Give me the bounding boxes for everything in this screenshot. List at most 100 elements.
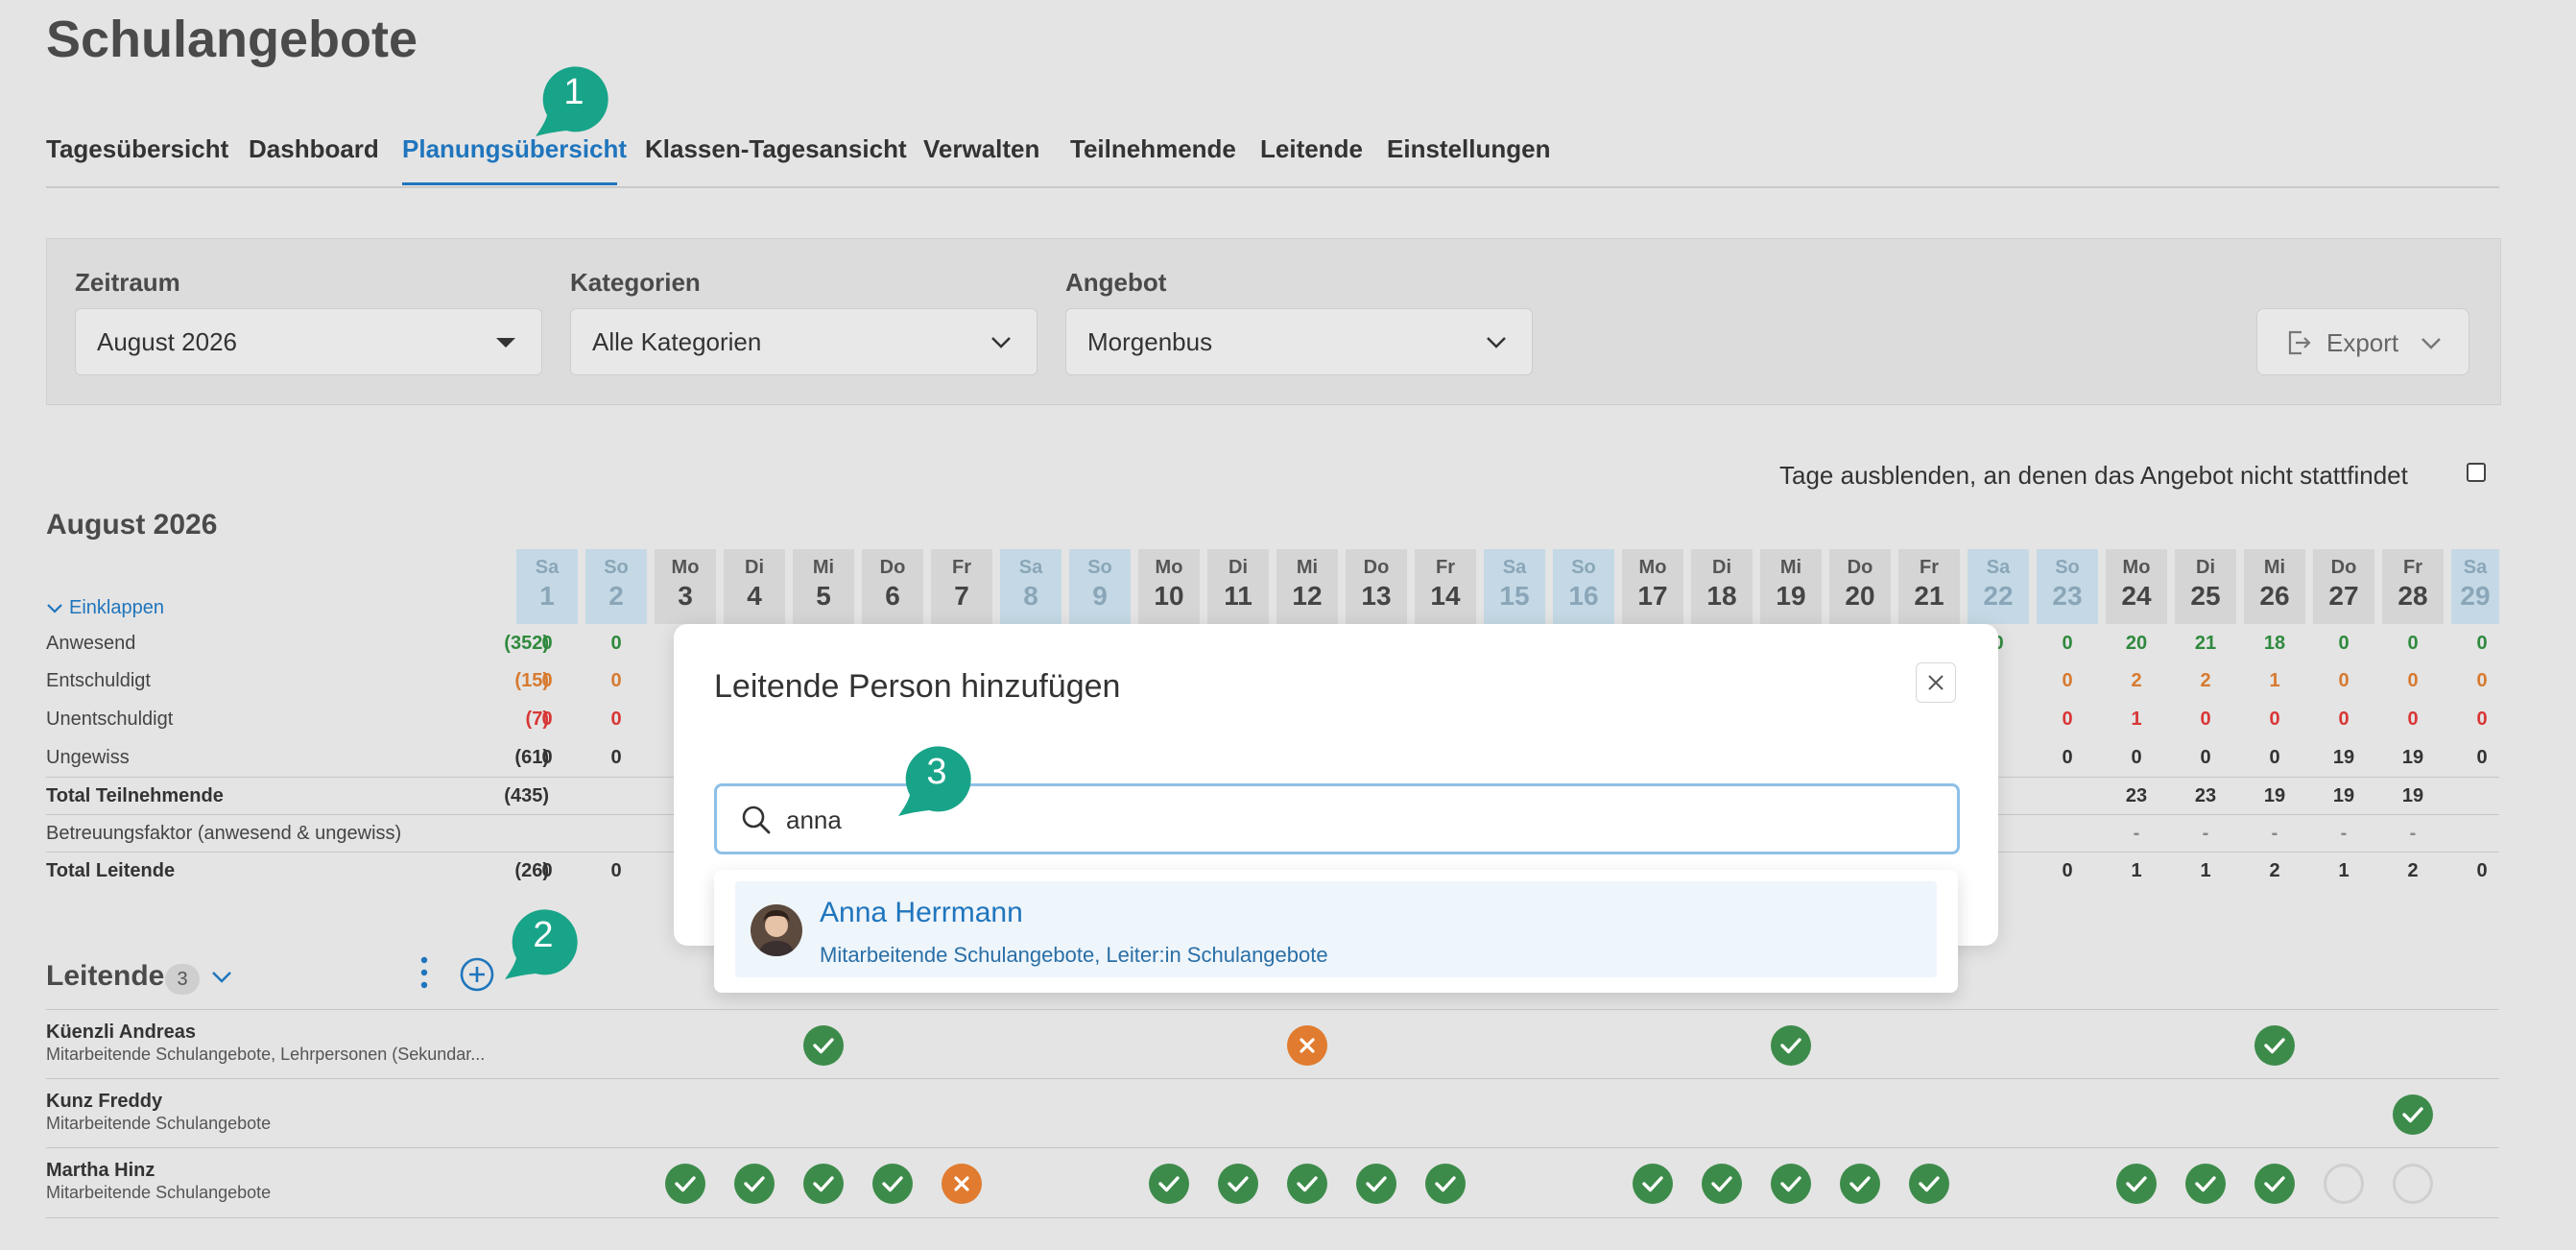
more-options-icon[interactable] <box>417 954 432 993</box>
attendance-check-icon[interactable] <box>1702 1164 1742 1204</box>
callout-number-1: 1 <box>563 72 584 112</box>
modal-close-button[interactable] <box>1916 662 1956 703</box>
attendance-empty-icon[interactable] <box>2324 1164 2364 1204</box>
stats-row-label: Betreuungsfaktor (anwesend & ungewiss) <box>46 823 402 844</box>
caret-down-icon <box>496 338 515 348</box>
day-weekday: Do <box>1847 557 1873 578</box>
tab-tagesuebersicht[interactable]: Tagesübersicht <box>46 134 228 164</box>
stats-cell: 0 <box>2200 709 2211 730</box>
day-weekday: Sa <box>1018 557 1043 578</box>
stats-row-total: (435) <box>504 785 549 806</box>
tab-klassen-tagesansicht[interactable]: Klassen-Tagesansicht <box>645 134 907 164</box>
day-number: 6 <box>885 581 900 611</box>
attendance-check-icon[interactable] <box>1840 1164 1880 1204</box>
attendance-absent-icon[interactable] <box>942 1164 982 1204</box>
leitende-role: Mitarbeitende Schulangebote, Lehrpersone… <box>46 1045 486 1064</box>
attendance-empty-icon[interactable] <box>2393 1164 2433 1204</box>
chevron-down-icon[interactable] <box>209 966 234 989</box>
search-result-option[interactable]: Anna Herrmann Mitarbeitende Schulangebot… <box>735 881 1937 977</box>
tab-bar: Tagesübersicht Dashboard Planungsübersic… <box>46 131 2499 188</box>
stats-cell: 0 <box>541 633 553 654</box>
day-header: Di 25 <box>2175 549 2236 624</box>
stats-cell: 0 <box>2062 670 2073 691</box>
tab-leitende[interactable]: Leitende <box>1260 134 1363 164</box>
stats-cell: 2 <box>2407 860 2419 881</box>
attendance-check-icon[interactable] <box>803 1025 844 1066</box>
day-weekday: Do <box>2330 557 2357 578</box>
attendance-check-icon[interactable] <box>2116 1164 2157 1204</box>
day-number: 2 <box>608 581 624 611</box>
attendance-check-icon[interactable] <box>1149 1164 1189 1204</box>
tab-dashboard[interactable]: Dashboard <box>249 134 379 164</box>
attendance-check-icon[interactable] <box>872 1164 913 1204</box>
attendance-check-icon[interactable] <box>665 1164 705 1204</box>
day-header: Mo 3 <box>655 549 716 624</box>
stats-cell: 23 <box>2194 785 2217 806</box>
add-leitende-button[interactable] <box>459 956 495 993</box>
attendance-check-icon[interactable] <box>1218 1164 1258 1204</box>
stats-cell: 0 <box>2062 747 2073 768</box>
callout-marker-1: 1 <box>536 66 608 136</box>
day-number: 26 <box>2259 581 2290 611</box>
zeitraum-select[interactable]: August 2026 <box>75 308 542 375</box>
stats-cell: - <box>2409 823 2417 844</box>
attendance-check-icon[interactable] <box>2254 1164 2295 1204</box>
day-header: Di 11 <box>1207 549 1269 624</box>
day-weekday: Mo <box>671 557 700 578</box>
export-button[interactable]: Export <box>2256 308 2469 375</box>
tab-verwalten[interactable]: Verwalten <box>923 134 1039 164</box>
tab-teilnehmende[interactable]: Teilnehmende <box>1070 134 1236 164</box>
attendance-check-icon[interactable] <box>1909 1164 1949 1204</box>
leitende-row: Martha Hinz Mitarbeitende Schulangebote <box>46 1147 2499 1218</box>
stats-row-label: Total Teilnehmende <box>46 785 224 806</box>
day-weekday: Di <box>2196 557 2215 578</box>
attendance-check-icon[interactable] <box>2185 1164 2226 1204</box>
angebot-select[interactable]: Morgenbus <box>1065 308 1533 375</box>
search-icon <box>742 805 771 834</box>
day-weekday: Fr <box>2403 557 2422 578</box>
attendance-check-icon[interactable] <box>2393 1094 2433 1135</box>
stats-cell: 0 <box>610 747 622 768</box>
leitende-role: Mitarbeitende Schulangebote <box>46 1183 272 1202</box>
stats-cell: - <box>2271 823 2278 844</box>
day-weekday: Mi <box>1296 557 1319 578</box>
day-weekday: Sa <box>1986 557 2011 578</box>
attendance-check-icon[interactable] <box>2254 1025 2295 1066</box>
attendance-check-icon[interactable] <box>1425 1164 1466 1204</box>
stats-cell: 0 <box>2062 633 2073 654</box>
day-weekday: Di <box>745 557 764 578</box>
chevron-down-icon <box>1487 337 1506 349</box>
export-label: Export <box>2326 328 2399 357</box>
attendance-check-icon[interactable] <box>1771 1025 1811 1066</box>
collapse-link[interactable]: Einklappen <box>46 597 164 619</box>
stats-cell: 20 <box>2125 633 2148 654</box>
stats-cell: 0 <box>2476 860 2488 881</box>
attendance-check-icon[interactable] <box>734 1164 775 1204</box>
day-header: Do 20 <box>1829 549 1891 624</box>
kategorien-label: Kategorien <box>570 268 701 297</box>
tab-einstellungen[interactable]: Einstellungen <box>1387 134 1550 164</box>
leitende-role: Mitarbeitende Schulangebote <box>46 1114 272 1133</box>
day-weekday: Mo <box>1155 557 1183 578</box>
day-number: 10 <box>1154 581 1184 611</box>
day-header: Sa 15 <box>1484 549 1545 624</box>
day-number: 4 <box>747 581 762 611</box>
stats-cell: 19 <box>2401 785 2424 806</box>
attendance-check-icon[interactable] <box>1356 1164 1396 1204</box>
attendance-check-icon[interactable] <box>1287 1164 1327 1204</box>
export-icon <box>2288 330 2311 355</box>
day-number: 8 <box>1023 581 1038 611</box>
day-weekday: So <box>1571 557 1596 578</box>
day-weekday: Fr <box>1920 557 1939 578</box>
day-number: 1 <box>539 581 555 611</box>
stats-cell: 18 <box>2263 633 2286 654</box>
attendance-check-icon[interactable] <box>1771 1164 1811 1204</box>
stats-cell: 0 <box>541 670 553 691</box>
attendance-check-icon[interactable] <box>803 1164 844 1204</box>
day-weekday: So <box>1087 557 1112 578</box>
kategorien-select[interactable]: Alle Kategorien <box>570 308 1038 375</box>
attendance-check-icon[interactable] <box>1633 1164 1673 1204</box>
attendance-absent-icon[interactable] <box>1287 1025 1327 1066</box>
hide-days-checkbox[interactable] <box>2467 463 2486 482</box>
kategorien-value: Alle Kategorien <box>592 327 762 356</box>
